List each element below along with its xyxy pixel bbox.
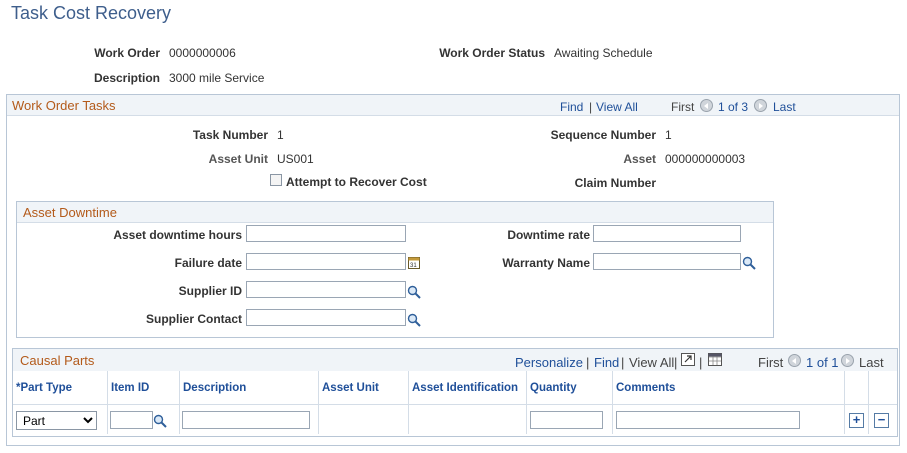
work-order-tasks-header: Work Order Tasks Find | View All First 1… [7, 95, 899, 116]
warranty-lookup-icon[interactable] [742, 256, 756, 270]
col-description[interactable]: Description [180, 371, 319, 404]
zoom-grid-icon[interactable] [681, 353, 695, 366]
parts-view-all-label[interactable]: View All [629, 355, 674, 370]
warranty-name-input[interactable] [593, 253, 741, 270]
claim-number-label: Claim Number [574, 176, 656, 190]
sequence-number-label: Sequence Number [550, 128, 656, 142]
item-id-input[interactable] [110, 411, 153, 429]
asset-downtime-header: Asset Downtime [17, 202, 773, 223]
calendar-day-text: 31 [410, 263, 417, 269]
causal-parts-title: Causal Parts [20, 353, 95, 368]
parts-sep-1: | [586, 355, 590, 370]
parts-prev-icon[interactable] [788, 354, 801, 367]
col-add [845, 371, 869, 404]
download-grid-icon[interactable] [708, 353, 722, 366]
tasks-nav-separator: | [589, 100, 593, 114]
asset-value: 000000000003 [665, 152, 746, 166]
calendar-icon[interactable]: 31 [408, 256, 420, 269]
work-order-status-value: Awaiting Schedule [554, 46, 653, 60]
tasks-last-link[interactable]: Last [773, 100, 796, 114]
attempt-recover-cost-label: Attempt to Recover Cost [286, 175, 427, 189]
parts-next-icon[interactable] [841, 354, 854, 367]
item-id-lookup-icon[interactable] [153, 414, 167, 428]
col-item-id[interactable]: Item ID [108, 371, 180, 404]
causal-parts-header: Causal Parts Personalize | Find | View A… [13, 349, 897, 372]
add-row-button[interactable]: + [849, 413, 864, 428]
supplier-contact-lookup-icon[interactable] [407, 313, 421, 327]
supplier-contact-input[interactable] [246, 309, 406, 326]
cell-asset-unit [319, 404, 409, 434]
tasks-view-all-link[interactable]: View All [596, 100, 638, 114]
col-part-type[interactable]: *Part Type [13, 371, 108, 404]
tasks-range: 1 of 3 [718, 100, 749, 114]
part-type-select[interactable]: Part [16, 411, 97, 430]
work-order-tasks-title: Work Order Tasks [12, 98, 116, 113]
col-comments[interactable]: Comments [613, 371, 845, 404]
cell-asset-identification [409, 404, 527, 434]
failure-date-input[interactable] [246, 253, 406, 270]
description-value: 3000 mile Service [169, 71, 265, 85]
warranty-name-label: Warranty Name [502, 256, 590, 270]
quantity-input[interactable] [530, 411, 603, 429]
tasks-prev-icon[interactable] [700, 99, 713, 112]
supplier-id-lookup-icon[interactable] [407, 285, 421, 299]
description-label: Description [93, 71, 160, 85]
downtime-rate-input[interactable] [593, 225, 741, 242]
col-remove [869, 371, 897, 404]
tasks-first-label: First [671, 100, 695, 114]
description-input[interactable] [182, 411, 310, 429]
supplier-contact-label: Supplier Contact [145, 312, 242, 326]
parts-last-label: Last [859, 355, 884, 370]
task-number-label: Task Number [192, 128, 268, 142]
work-order-label: Work Order [94, 46, 160, 60]
remove-row-button[interactable]: − [874, 413, 889, 428]
supplier-id-input[interactable] [246, 281, 406, 298]
failure-date-label: Failure date [174, 256, 242, 270]
asset-downtime-hours-label: Asset downtime hours [113, 228, 242, 242]
page-title: Task Cost Recovery [11, 3, 172, 23]
sequence-number-value: 1 [665, 128, 672, 142]
parts-personalize-link[interactable]: Personalize [515, 355, 583, 370]
asset-label: Asset [623, 152, 656, 166]
asset-downtime-hours-input[interactable] [246, 225, 406, 242]
tasks-find-link[interactable]: Find [560, 100, 583, 114]
col-quantity[interactable]: Quantity [527, 371, 613, 404]
downtime-rate-label: Downtime rate [507, 228, 590, 242]
comments-input[interactable] [616, 411, 800, 429]
task-number-value: 1 [277, 128, 284, 142]
tasks-next-icon[interactable] [754, 99, 767, 112]
col-asset-identification[interactable]: Asset Identification [409, 371, 527, 404]
col-asset-unit[interactable]: Asset Unit [319, 371, 409, 404]
supplier-id-label: Supplier ID [178, 284, 242, 298]
parts-sep-2: | [621, 355, 625, 370]
asset-unit-label: Asset Unit [208, 152, 268, 166]
asset-downtime-title: Asset Downtime [23, 205, 117, 220]
asset-unit-value: US001 [277, 152, 314, 166]
parts-first-label: First [758, 355, 784, 370]
parts-find-link[interactable]: Find [594, 355, 619, 370]
attempt-recover-cost-checkbox[interactable] [270, 174, 282, 186]
parts-sep-3: | [674, 355, 678, 370]
parts-range: 1 of 1 [806, 355, 839, 370]
work-order-status-label: Work Order Status [439, 46, 545, 60]
work-order-value: 0000000006 [169, 46, 236, 60]
parts-sep-4: | [699, 355, 703, 370]
